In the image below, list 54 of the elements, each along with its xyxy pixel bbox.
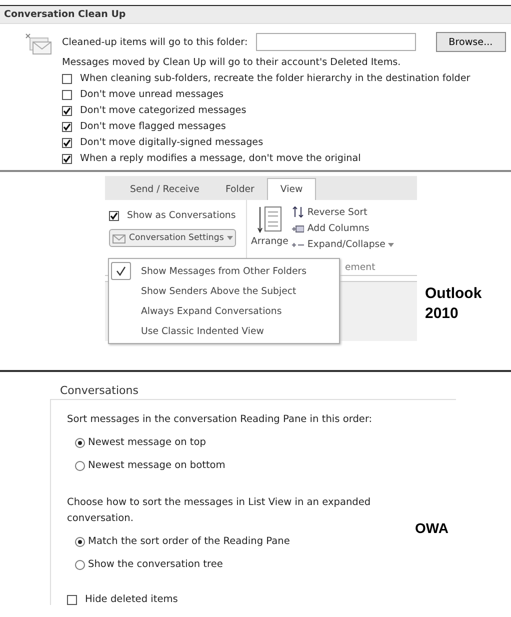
group-label: ement xyxy=(345,262,376,273)
option-label: When cleaning sub-folders, recreate the folder hierarchy in the destination folder xyxy=(80,73,470,84)
radio-button[interactable] xyxy=(75,560,85,570)
option-label: Don't move categorized messages xyxy=(80,105,246,116)
caret-icon xyxy=(388,242,394,246)
radio-label: Newest message on top xyxy=(88,437,206,448)
radio-label: Show the conversation tree xyxy=(88,559,223,570)
arrange-by-label[interactable]: Arrange xyxy=(251,236,288,247)
menu-item[interactable]: Show Messages from Other Folders xyxy=(111,261,337,281)
conversation-settings-button[interactable]: Conversation Settings xyxy=(109,229,236,247)
option-label: Don't move flagged messages xyxy=(80,121,226,132)
radio-button[interactable] xyxy=(75,460,85,470)
check-icon xyxy=(116,266,126,276)
menu-item[interactable]: Use Classic Indented View xyxy=(111,321,337,341)
checkbox[interactable] xyxy=(62,138,72,148)
ribbon-tab[interactable]: View xyxy=(267,178,316,200)
caption-text: OWA xyxy=(415,520,448,536)
menu-item[interactable]: Always Expand Conversations xyxy=(111,301,337,321)
option-label: Don't move unread messages xyxy=(80,89,224,100)
arrange-icon xyxy=(256,206,283,234)
radio-label: Match the sort order of the Reading Pane xyxy=(88,536,290,547)
checkbox-label: Hide deleted items xyxy=(85,594,178,605)
caret-icon xyxy=(226,236,233,240)
ribbon-tab[interactable]: Folder xyxy=(212,178,268,200)
prompt-text: Choose how to sort the messages in List View in an expanded conversation. xyxy=(67,496,372,526)
option-label: Don't move digitally-signed messages xyxy=(80,137,264,148)
folder-field[interactable] xyxy=(256,33,416,51)
menu-item[interactable]: Show Senders Above the Subject xyxy=(111,281,337,301)
checkbox[interactable] xyxy=(62,122,72,132)
checkbox[interactable] xyxy=(62,90,72,100)
checkbox[interactable] xyxy=(62,106,72,116)
ribbon-command[interactable]: Add Columns xyxy=(292,223,394,234)
radio-button[interactable] xyxy=(75,438,85,448)
prompt-text: Sort messages in the conversation Reading Pane in this order: xyxy=(67,413,374,427)
info-text: Messages moved by Clean Up will go to their account's Deleted Items. xyxy=(62,57,402,68)
checkbox-label: Show as Conversations xyxy=(127,210,236,221)
section-header: Conversation Clean Up xyxy=(0,6,511,24)
ribbon-command[interactable]: Reverse Sort xyxy=(292,206,394,218)
radio-button[interactable] xyxy=(75,536,85,546)
folder-label: Cleaned-up items will go to this folder: xyxy=(62,36,248,48)
option-label: When a reply modifies a message, don't move the original xyxy=(80,153,361,164)
section-title: Conversations xyxy=(59,384,140,397)
checkbox[interactable] xyxy=(62,154,72,164)
caption-text: Outlook 2010 xyxy=(425,284,483,324)
checkbox[interactable] xyxy=(62,74,72,84)
radio-label: Newest message on bottom xyxy=(88,460,226,471)
ribbon-tab[interactable]: Send / Receive xyxy=(117,178,212,200)
checkbox[interactable] xyxy=(67,594,77,604)
ribbon-command[interactable]: Expand/Collapse xyxy=(292,239,394,250)
envelope-icon xyxy=(112,232,126,244)
add-column-icon xyxy=(292,224,304,234)
sort-arrows-icon xyxy=(292,206,304,218)
browse-button[interactable]: Browse... xyxy=(436,32,506,52)
checkbox[interactable] xyxy=(109,210,119,220)
